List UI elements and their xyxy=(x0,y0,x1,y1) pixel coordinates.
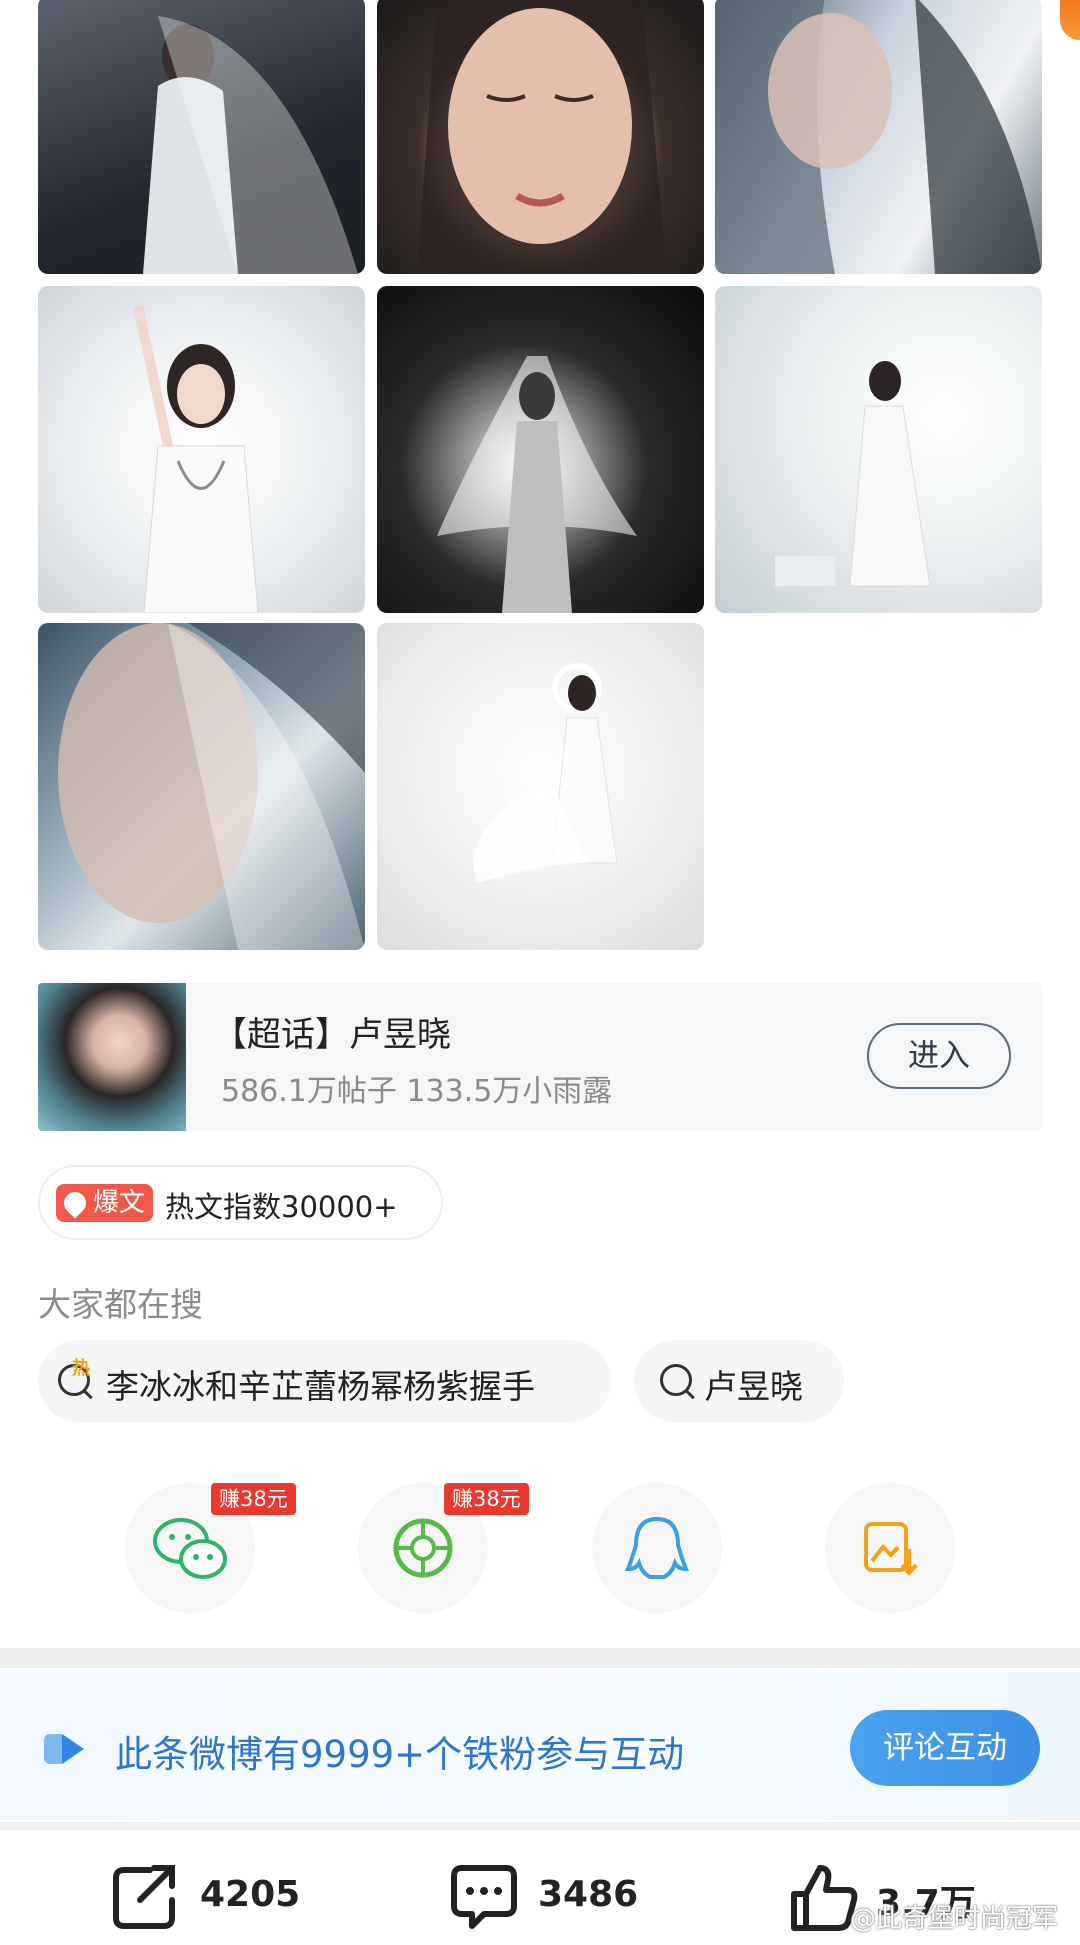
qq-icon xyxy=(625,1516,689,1579)
photo-2[interactable] xyxy=(377,0,704,274)
comment-icon xyxy=(451,1865,517,1929)
photo-8-figure xyxy=(473,663,618,883)
search-chip-2[interactable]: 卢昱晓 xyxy=(634,1340,844,1422)
photo-3[interactable] xyxy=(715,0,1042,274)
comment-button[interactable]: 3486 xyxy=(448,1860,648,1930)
repost-count: 4205 xyxy=(200,1874,301,1915)
photo-8[interactable] xyxy=(377,623,704,950)
earn-badge-moments: 赚38元 xyxy=(444,1483,529,1515)
trending-search-heading: 大家都在搜 xyxy=(38,1285,203,1324)
search-icon xyxy=(660,1364,692,1396)
photo-7[interactable] xyxy=(38,623,365,950)
photo-grid xyxy=(38,0,1043,953)
comment-count: 3486 xyxy=(538,1874,639,1915)
topic-avatar xyxy=(38,983,186,1131)
watermark: @此奇堡时尚冠军 xyxy=(850,1904,1059,1934)
super-topic-card[interactable]: 【超话】卢昱晓 586.1万帖子 133.5万小雨露 进入 xyxy=(38,983,1042,1131)
search-chip-1-label: 李冰冰和辛芷蕾杨幂杨紫握手 xyxy=(106,1367,535,1406)
search-chip-2-label: 卢昱晓 xyxy=(704,1367,803,1406)
photo-2-face xyxy=(417,0,667,274)
photo-7-face xyxy=(58,623,365,950)
photo-5-figure xyxy=(437,356,637,613)
topic-title: 【超话】卢昱晓 xyxy=(213,1015,451,1055)
photo-1[interactable] xyxy=(38,0,365,274)
enter-topic-button[interactable]: 进入 xyxy=(867,1023,1011,1089)
bottom-divider xyxy=(0,1822,1080,1830)
photo-3-figure xyxy=(715,0,1042,274)
photo-6-figure xyxy=(775,361,931,587)
share-qq-button[interactable] xyxy=(592,1483,722,1613)
comment-interact-button[interactable]: 评论互动 xyxy=(850,1710,1040,1786)
photo-4-figure xyxy=(133,304,259,613)
section-divider xyxy=(0,1648,1080,1668)
save-image-icon xyxy=(864,1522,918,1577)
photo-4[interactable] xyxy=(38,286,365,613)
photo-6[interactable] xyxy=(715,286,1042,613)
flame-icon xyxy=(59,1187,91,1219)
hot-mark: 热 xyxy=(72,1358,90,1379)
repost-button[interactable]: 4205 xyxy=(110,1860,310,1930)
photo-5[interactable] xyxy=(377,286,704,613)
top-right-orange-edge xyxy=(1060,0,1080,40)
hot-index-text: 热文指数30000+ xyxy=(165,1190,398,1224)
repost-icon xyxy=(113,1865,175,1929)
like-icon xyxy=(791,1865,858,1931)
save-image-button[interactable] xyxy=(825,1483,955,1613)
earn-badge-wechat: 赚38元 xyxy=(211,1483,296,1515)
hot-article-tag: 爆文 xyxy=(56,1184,153,1222)
topic-stats: 586.1万帖子 133.5万小雨露 xyxy=(221,1074,613,1109)
search-chip-1[interactable]: 热 李冰冰和辛芷蕾杨幂杨紫握手 xyxy=(38,1340,611,1422)
fans-interaction-bar[interactable]: 此条微博有9999+个铁粉参与互动 评论互动 xyxy=(0,1672,1080,1820)
hot-index-pill[interactable]: 爆文 热文指数30000+ xyxy=(38,1165,443,1240)
hot-tag-label: 爆文 xyxy=(92,1188,145,1218)
fans-interaction-text: 此条微博有9999+个铁粉参与互动 xyxy=(115,1733,685,1776)
photo-1-figure xyxy=(143,16,358,274)
fans-icon-arrow xyxy=(62,1734,84,1764)
